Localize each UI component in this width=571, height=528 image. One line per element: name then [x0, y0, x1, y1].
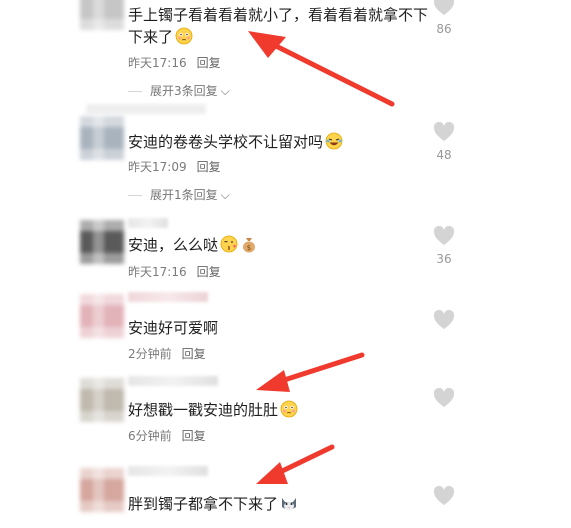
comment-time: 6分钟前	[128, 429, 172, 443]
like-button[interactable]	[432, 485, 456, 510]
comment-text: 胖到镯子都拿不下来了	[128, 493, 298, 518]
comment-text: 安迪好可爱啊	[128, 319, 219, 337]
comment-meta: 昨天17:16 回复	[128, 54, 221, 71]
comment-time: 昨天17:09	[128, 160, 187, 174]
reply-button[interactable]: 回复	[197, 265, 221, 279]
username-blur	[86, 104, 206, 114]
divider	[128, 91, 142, 92]
heart-icon	[433, 225, 455, 245]
money-bag-icon: $	[240, 235, 258, 259]
like-count: 86	[436, 22, 452, 36]
comment-meta: 6分钟前 回复	[128, 427, 206, 444]
comment-meta: 昨天17:16 回复	[128, 263, 221, 280]
avatar[interactable]	[80, 116, 124, 160]
heart-icon	[433, 309, 455, 329]
heart-icon	[433, 121, 455, 141]
comment-meta: 2分钟前 回复	[128, 345, 206, 362]
reply-button[interactable]: 回复	[197, 56, 221, 70]
kiss-face-icon	[220, 235, 238, 259]
reply-button[interactable]: 回复	[182, 347, 206, 361]
heart-icon	[433, 0, 455, 15]
avatar[interactable]	[80, 220, 124, 264]
comment-text: 安迪，么么哒 $	[128, 234, 258, 259]
comment-time: 2分钟前	[128, 347, 172, 361]
comment-text: 好想戳一戳安迪的肚肚	[128, 399, 298, 424]
expand-replies[interactable]: 展开1条回复 ⌵	[128, 186, 230, 203]
heart-icon	[433, 387, 455, 407]
svg-text:$: $	[247, 244, 251, 252]
rofl-face-icon	[325, 132, 343, 156]
divider	[128, 195, 142, 196]
username	[128, 292, 208, 302]
cat-face-icon	[280, 494, 298, 518]
heart-icon	[433, 485, 455, 505]
comment-time: 昨天17:16	[128, 265, 187, 279]
reply-button[interactable]: 回复	[182, 429, 206, 443]
flushed-face-icon	[280, 400, 298, 424]
like-button[interactable]	[432, 387, 456, 414]
flushed-face-icon	[175, 27, 193, 51]
like-count: 36	[436, 252, 452, 266]
comment-text: 安迪的卷卷头学校不让留对吗	[128, 131, 343, 156]
avatar[interactable]	[80, 0, 124, 30]
username	[128, 466, 208, 476]
comment-text: 手上镯子看着看着就小了，看着看着就拿不下 下来了	[128, 4, 428, 51]
like-button[interactable]: 86	[432, 0, 456, 36]
avatar[interactable]	[80, 378, 124, 422]
comment-time: 昨天17:16	[128, 56, 187, 70]
username	[128, 376, 218, 386]
like-button[interactable]: 36	[432, 225, 456, 266]
reply-button[interactable]: 回复	[197, 160, 221, 174]
like-button[interactable]: 48	[432, 121, 456, 162]
username	[128, 218, 168, 228]
annotation-arrow	[248, 31, 395, 484]
chevron-down-icon: ⌵	[220, 84, 230, 98]
like-count: 48	[436, 148, 452, 162]
chevron-down-icon: ⌵	[220, 188, 230, 202]
comment-meta: 昨天17:09 回复	[128, 158, 221, 175]
avatar[interactable]	[80, 294, 124, 338]
like-button[interactable]	[432, 309, 456, 336]
expand-replies[interactable]: 展开3条回复 ⌵	[128, 82, 230, 99]
avatar[interactable]	[80, 468, 124, 512]
